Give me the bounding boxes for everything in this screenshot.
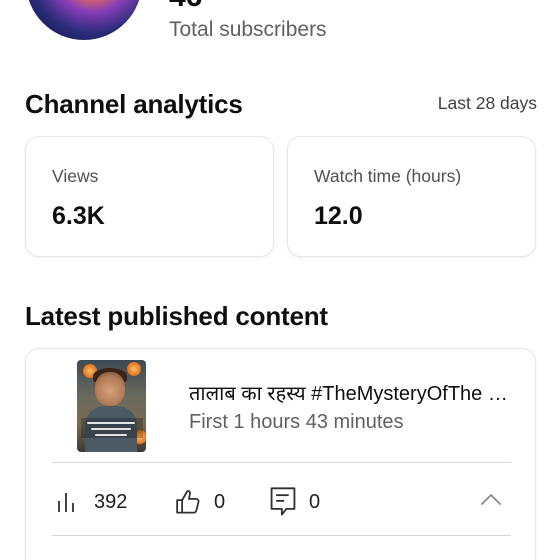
thumbnail-caption-line bbox=[91, 428, 131, 430]
watch-time-card[interactable]: Watch time (hours) 12.0 bbox=[287, 136, 536, 257]
comments-count: 0 bbox=[309, 490, 321, 513]
views-value: 6.3K bbox=[52, 202, 105, 230]
likes-stat: 0 bbox=[174, 486, 225, 518]
subscriber-label: Total subscribers bbox=[169, 18, 327, 41]
channel-avatar[interactable] bbox=[26, 0, 142, 40]
bar-chart-icon bbox=[58, 493, 74, 512]
thumbnail-caption-line bbox=[95, 434, 127, 436]
views-count: 392 bbox=[94, 490, 128, 513]
video-title[interactable]: तालाब का रहस्य #TheMysteryOfThe Pond bbox=[189, 379, 519, 406]
comment-icon bbox=[270, 487, 296, 516]
watch-time-value: 12.0 bbox=[314, 202, 363, 230]
video-performance-text: First 1 hours 43 minutes bbox=[189, 411, 404, 433]
channel-analytics-title: Channel analytics bbox=[25, 89, 243, 119]
latest-content-card[interactable]: तालाब का रहस्य #TheMysteryOfThe Pond Fir… bbox=[25, 348, 536, 560]
thumbnail-flower bbox=[127, 362, 141, 376]
chevron-up-icon[interactable] bbox=[480, 492, 502, 506]
thumbnail-figure-head bbox=[95, 372, 125, 406]
views-label: Views bbox=[52, 166, 99, 186]
thumbnail-caption-line bbox=[87, 422, 135, 424]
analytics-period[interactable]: Last 28 days bbox=[438, 93, 537, 114]
comments-stat: 0 bbox=[269, 486, 320, 518]
thumbs-up-icon bbox=[176, 490, 200, 514]
likes-count: 0 bbox=[214, 490, 226, 513]
watch-time-label: Watch time (hours) bbox=[314, 166, 462, 186]
views-card[interactable]: Views 6.3K bbox=[25, 136, 274, 257]
views-stat: 392 bbox=[56, 486, 127, 518]
content-divider bbox=[52, 535, 511, 536]
subscriber-count: 46 bbox=[169, 0, 202, 12]
content-divider bbox=[52, 462, 511, 463]
video-thumbnail[interactable] bbox=[77, 360, 146, 452]
latest-content-title: Latest published content bbox=[25, 301, 328, 331]
